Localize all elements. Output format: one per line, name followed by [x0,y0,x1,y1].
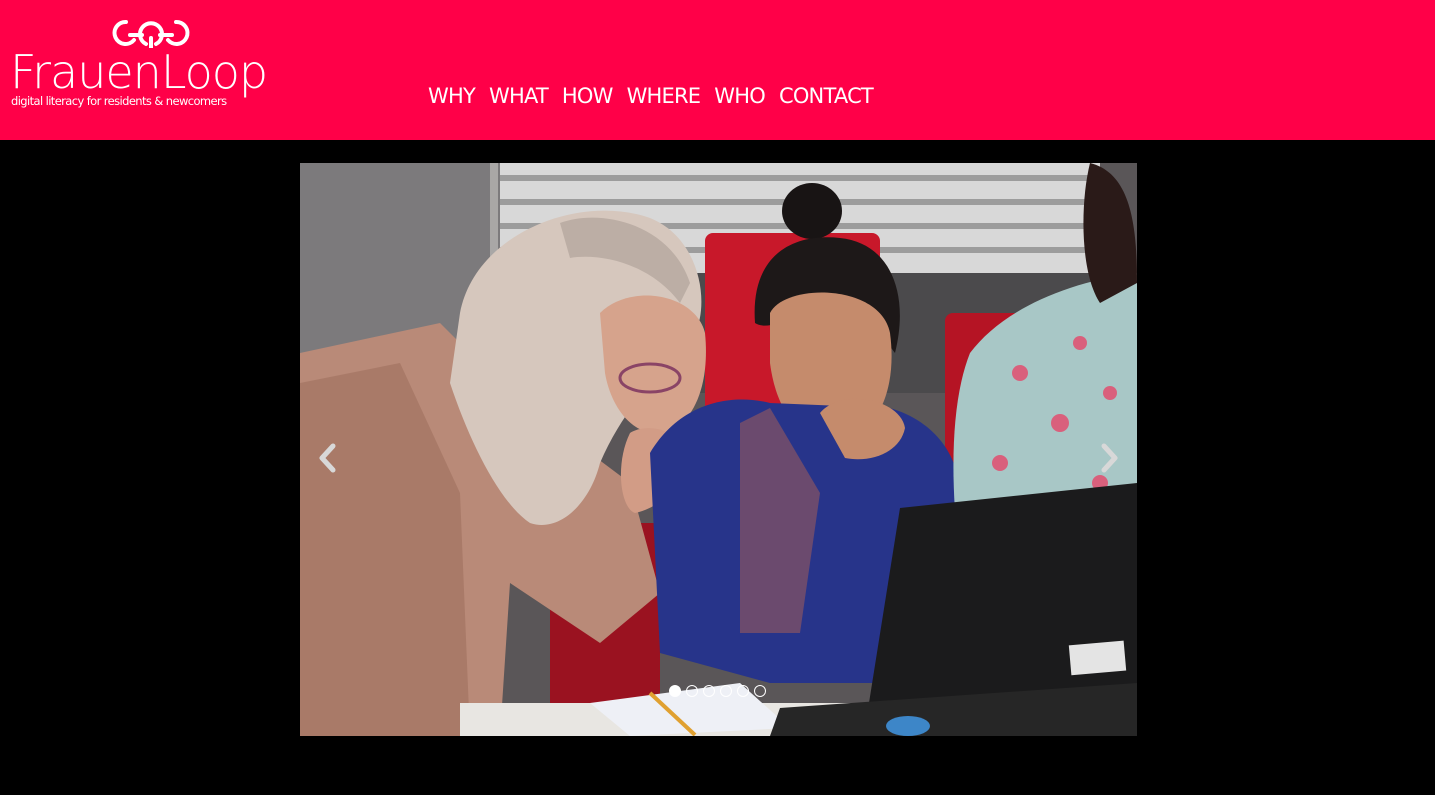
logo-tagline: digital literacy for residents & newcome… [11,94,227,108]
chain-link-logo-icon [112,19,190,48]
nav-what[interactable]: WHAT [489,82,549,112]
logo-wordmark: FrauenLoop [10,45,268,99]
carousel-indicator-2[interactable] [686,685,698,697]
slide-photo-women-at-laptop [300,163,1137,736]
carousel-next-button[interactable] [1089,438,1129,478]
carousel-indicator-3[interactable] [703,685,715,697]
chevron-left-icon [319,443,336,473]
nav-who[interactable]: WHO [714,82,765,112]
frauenloop-logo[interactable]: FrauenLoop digital literacy for resident… [10,18,268,113]
carousel-indicator-6[interactable] [754,685,766,697]
image-carousel [300,163,1137,736]
nav-how[interactable]: HOW [562,82,613,112]
nav-where[interactable]: WHERE [627,82,701,112]
site-header: FrauenLoop digital literacy for resident… [0,0,1435,140]
chevron-right-icon [1101,443,1118,473]
nav-why[interactable]: WHY [428,82,476,112]
carousel-indicators [669,684,766,698]
main-nav: WHY WHAT HOW WHERE WHO CONTACT [428,82,887,112]
carousel-indicator-5[interactable] [737,685,749,697]
carousel-prev-button[interactable] [308,438,348,478]
carousel-indicator-4[interactable] [720,685,732,697]
carousel-indicator-1[interactable] [669,685,681,697]
nav-contact[interactable]: CONTACT [779,82,874,112]
